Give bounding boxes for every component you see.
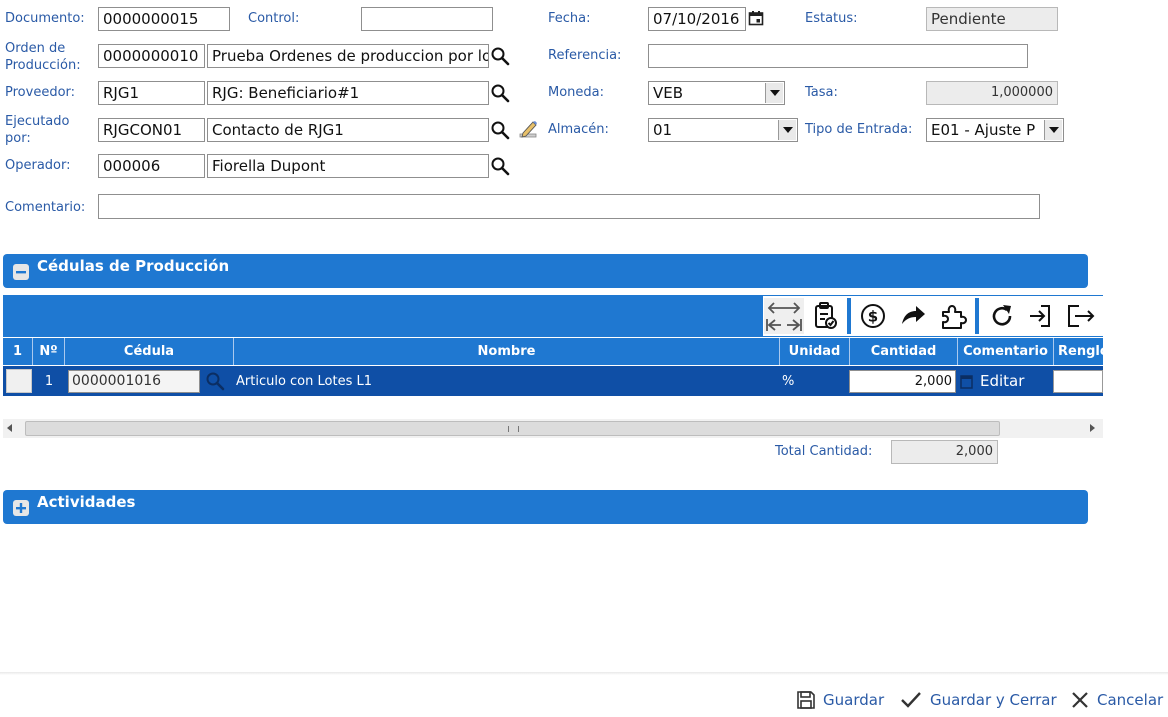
almacen-select[interactable]: 01 — [648, 118, 798, 142]
proveedor-desc-field[interactable]: RJG: Beneficiario#1 — [207, 81, 489, 105]
tipo-entrada-value: E01 - Ajuste P — [931, 121, 1036, 139]
search-icon[interactable] — [490, 120, 510, 140]
export-icon[interactable] — [1064, 298, 1098, 334]
collapse-icon[interactable] — [13, 264, 29, 280]
calendar-icon[interactable] — [748, 10, 764, 26]
documento-label: Documento: — [5, 11, 85, 26]
row-unidad: % — [782, 373, 795, 389]
search-icon[interactable] — [205, 371, 225, 391]
tasa-field: 1,000000 — [926, 81, 1058, 105]
tipo-entrada-label: Tipo de Entrada: — [805, 122, 913, 137]
moneda-select[interactable]: VEB — [648, 81, 785, 105]
chevron-down-icon[interactable] — [765, 83, 783, 103]
grid-header-unidad[interactable]: Unidad — [780, 338, 850, 365]
close-icon — [1072, 692, 1088, 708]
chevron-down-icon[interactable] — [1044, 120, 1062, 140]
forward-arrow-icon[interactable] — [896, 298, 930, 334]
search-icon[interactable] — [490, 46, 510, 66]
grid-header-select[interactable]: 1 — [3, 338, 33, 365]
fecha-label: Fecha: — [548, 11, 591, 26]
moneda-value: VEB — [653, 84, 684, 102]
chevron-down-icon[interactable] — [778, 120, 796, 140]
orden-desc-field[interactable]: Prueba Ordenes de produccion por lo — [207, 44, 489, 68]
operador-desc-field[interactable]: Fiorella Dupont — [207, 154, 489, 178]
almacen-value: 01 — [653, 121, 673, 139]
comentario-label: Comentario: — [5, 200, 86, 215]
ejecutado-desc-field[interactable]: Contacto de RJG1 — [207, 118, 489, 142]
orden-code-field[interactable]: 0000000010 — [98, 44, 205, 68]
cedulas-section-title: Cédulas de Producción — [37, 257, 230, 275]
cedulas-section-header[interactable]: Cédulas de Producción — [3, 254, 1088, 288]
guardar-button[interactable]: Guardar — [796, 688, 884, 712]
cancelar-label: Cancelar — [1097, 691, 1164, 709]
total-cantidad-label: Total Cantidad: — [775, 444, 873, 459]
toolbar-separator — [847, 298, 851, 334]
expand-columns-icon[interactable] — [764, 298, 804, 334]
horizontal-scrollbar[interactable] — [3, 419, 1103, 438]
control-field[interactable] — [361, 7, 493, 31]
toolbar-separator — [975, 298, 979, 334]
row-nombre: Articulo con Lotes L1 — [236, 373, 372, 389]
row-select-checkbox[interactable] — [6, 369, 32, 393]
almacen-label: Almacén: — [548, 122, 609, 137]
footer-divider — [0, 672, 1168, 675]
comentario-field[interactable] — [98, 194, 1040, 219]
row-comentario-edit[interactable]: Editar — [980, 366, 1050, 396]
moneda-label: Moneda: — [548, 85, 605, 100]
estatus-label: Estatus: — [805, 11, 858, 26]
row-no: 1 — [44, 373, 54, 389]
proveedor-label: Proveedor: — [5, 85, 76, 100]
operador-label: Operador: — [5, 158, 71, 173]
grid-header-comentario[interactable]: Comentario — [958, 338, 1054, 365]
grid-header-cedula[interactable]: Cédula — [65, 338, 234, 365]
row-cantidad-field[interactable]: 2,000 — [849, 370, 956, 393]
row-renglon-field[interactable] — [1053, 370, 1103, 393]
control-label: Control: — [248, 11, 300, 26]
row-cedula-field[interactable]: 0000001016 — [68, 370, 200, 393]
operador-code-field[interactable]: 000006 — [98, 154, 205, 178]
search-icon[interactable] — [490, 156, 510, 176]
actividades-section-title: Actividades — [37, 493, 136, 511]
scroll-right-icon[interactable] — [1090, 424, 1095, 432]
orden-label-line2: Producción: — [5, 58, 81, 73]
documento-field[interactable]: 0000000015 — [98, 7, 230, 31]
svg-text:$: $ — [868, 308, 878, 326]
grid-header-nombre[interactable]: Nombre — [234, 338, 780, 365]
clipboard-check-icon[interactable] — [808, 298, 842, 334]
guardar-cerrar-label: Guardar y Cerrar — [930, 691, 1057, 709]
ejecutado-code-field[interactable]: RJGCON01 — [98, 118, 205, 142]
expand-icon[interactable] — [13, 500, 29, 516]
tipo-entrada-select[interactable]: E01 - Ajuste P — [926, 118, 1064, 142]
estatus-field: Pendiente — [926, 7, 1058, 31]
dollar-icon[interactable]: $ — [856, 298, 890, 334]
total-cantidad-field: 2,000 — [891, 440, 998, 464]
guardar-label: Guardar — [823, 691, 885, 709]
scrollbar-grip — [508, 426, 519, 432]
puzzle-icon[interactable] — [936, 298, 970, 334]
ejecutado-label-line1: Ejecutado — [5, 114, 70, 129]
ejecutado-label-line2: por: — [5, 131, 31, 146]
orden-label-line1: Orden de — [5, 41, 66, 56]
save-icon — [797, 691, 815, 709]
grid-header-cantidad[interactable]: Cantidad — [850, 338, 958, 365]
tasa-label: Tasa: — [805, 85, 838, 100]
guardar-cerrar-button[interactable]: Guardar y Cerrar — [900, 688, 1057, 712]
fecha-field[interactable]: 07/10/2016 — [648, 7, 746, 31]
import-icon[interactable] — [1024, 298, 1058, 334]
search-icon[interactable] — [490, 83, 510, 103]
actividades-section-header[interactable]: Actividades — [3, 490, 1088, 524]
scroll-left-icon[interactable] — [7, 424, 12, 432]
referencia-label: Referencia: — [548, 48, 622, 63]
calendar-edit-icon[interactable] — [960, 373, 973, 389]
edit-pencil-icon[interactable] — [518, 119, 538, 139]
proveedor-code-field[interactable]: RJG1 — [98, 81, 205, 105]
referencia-field[interactable] — [648, 44, 1028, 68]
grid-header-no[interactable]: Nº — [33, 338, 65, 365]
grid-header-renglon[interactable]: Renglón — [1054, 338, 1103, 365]
refresh-icon[interactable] — [985, 298, 1019, 334]
scrollbar-thumb[interactable] — [25, 421, 1000, 436]
check-icon — [901, 692, 921, 708]
cancelar-button[interactable]: Cancelar — [1070, 688, 1163, 712]
